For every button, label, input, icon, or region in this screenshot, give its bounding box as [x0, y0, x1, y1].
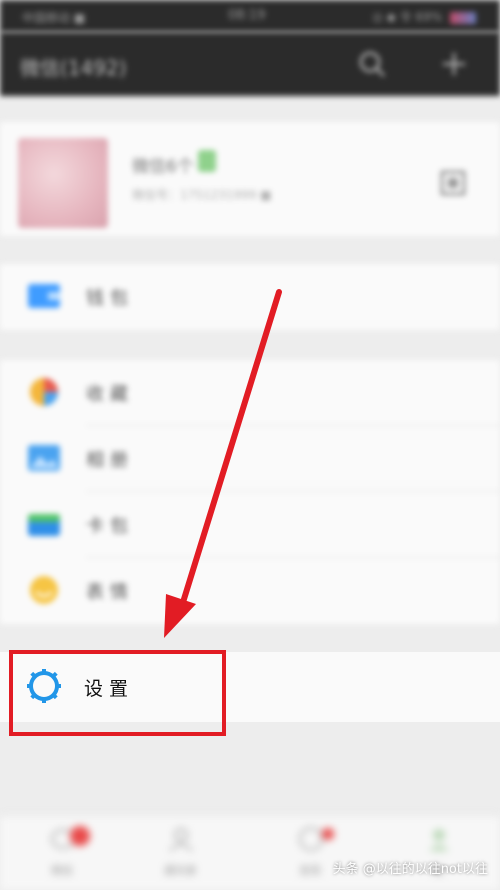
watermark: 头条 @以往的以往not以往 [332, 862, 488, 877]
menu-item-cards[interactable]: 卡包 [0, 492, 500, 558]
contacts-icon [169, 828, 193, 852]
favorites-icon [30, 378, 58, 406]
highlight-box [9, 650, 226, 736]
status-bar: 中国移动 ■ 08:19 ◎ ◆ 令 69% [0, 0, 500, 32]
wallet-group: 钱包 [0, 264, 500, 330]
main-group: 收藏 相册 卡包 表情 [0, 360, 500, 624]
profile-name: 微信6个 [132, 157, 194, 177]
menu-label: 卡包 [86, 516, 134, 537]
tab-label: 微信 [51, 864, 73, 877]
tab-contacts[interactable]: 通讯录 [140, 822, 220, 882]
carrier-text: 中国移动 ■ [22, 11, 86, 25]
clock-text: 08:19 [228, 8, 266, 23]
menu-label: 钱包 [86, 288, 134, 309]
me-icon [429, 829, 449, 851]
menu-label: 相册 [86, 450, 134, 471]
menu-item-wallet[interactable]: 钱包 [0, 264, 500, 330]
wallet-icon [28, 284, 60, 308]
signal-text: ◎ ◆ 令 69% [372, 10, 443, 24]
tab-label: 通讯录 [163, 864, 197, 877]
name-badge [198, 150, 216, 172]
tab-bar: 微信 通讯录 发现 我 [0, 815, 500, 890]
battery-icon [450, 11, 476, 24]
discover-badge [322, 828, 334, 840]
page-title: 微信(1492) [20, 56, 127, 80]
album-icon [28, 445, 60, 471]
card-icon [28, 514, 60, 536]
add-icon[interactable] [440, 50, 468, 78]
search-icon[interactable] [358, 50, 386, 78]
menu-item-favorites[interactable]: 收藏 [0, 360, 500, 426]
unread-badge [70, 826, 90, 846]
discover-icon [299, 827, 323, 851]
profile-card[interactable]: 微信6个 微信号：1751231999 ■ [0, 122, 500, 236]
emoji-icon [30, 576, 58, 604]
menu-item-emoji[interactable]: 表情 [0, 558, 500, 624]
profile-id: 微信号：1751231999 ■ [132, 188, 272, 202]
tab-chats[interactable]: 微信 [22, 822, 102, 882]
nav-bar: 微信(1492) [0, 32, 500, 96]
menu-item-album[interactable]: 相册 [0, 426, 500, 492]
menu-label: 表情 [86, 582, 134, 603]
avatar[interactable] [18, 138, 108, 228]
status-icons: ◎ ◆ 令 69% [372, 8, 476, 25]
qr-code-icon[interactable] [440, 170, 466, 196]
menu-label: 收藏 [86, 384, 134, 405]
